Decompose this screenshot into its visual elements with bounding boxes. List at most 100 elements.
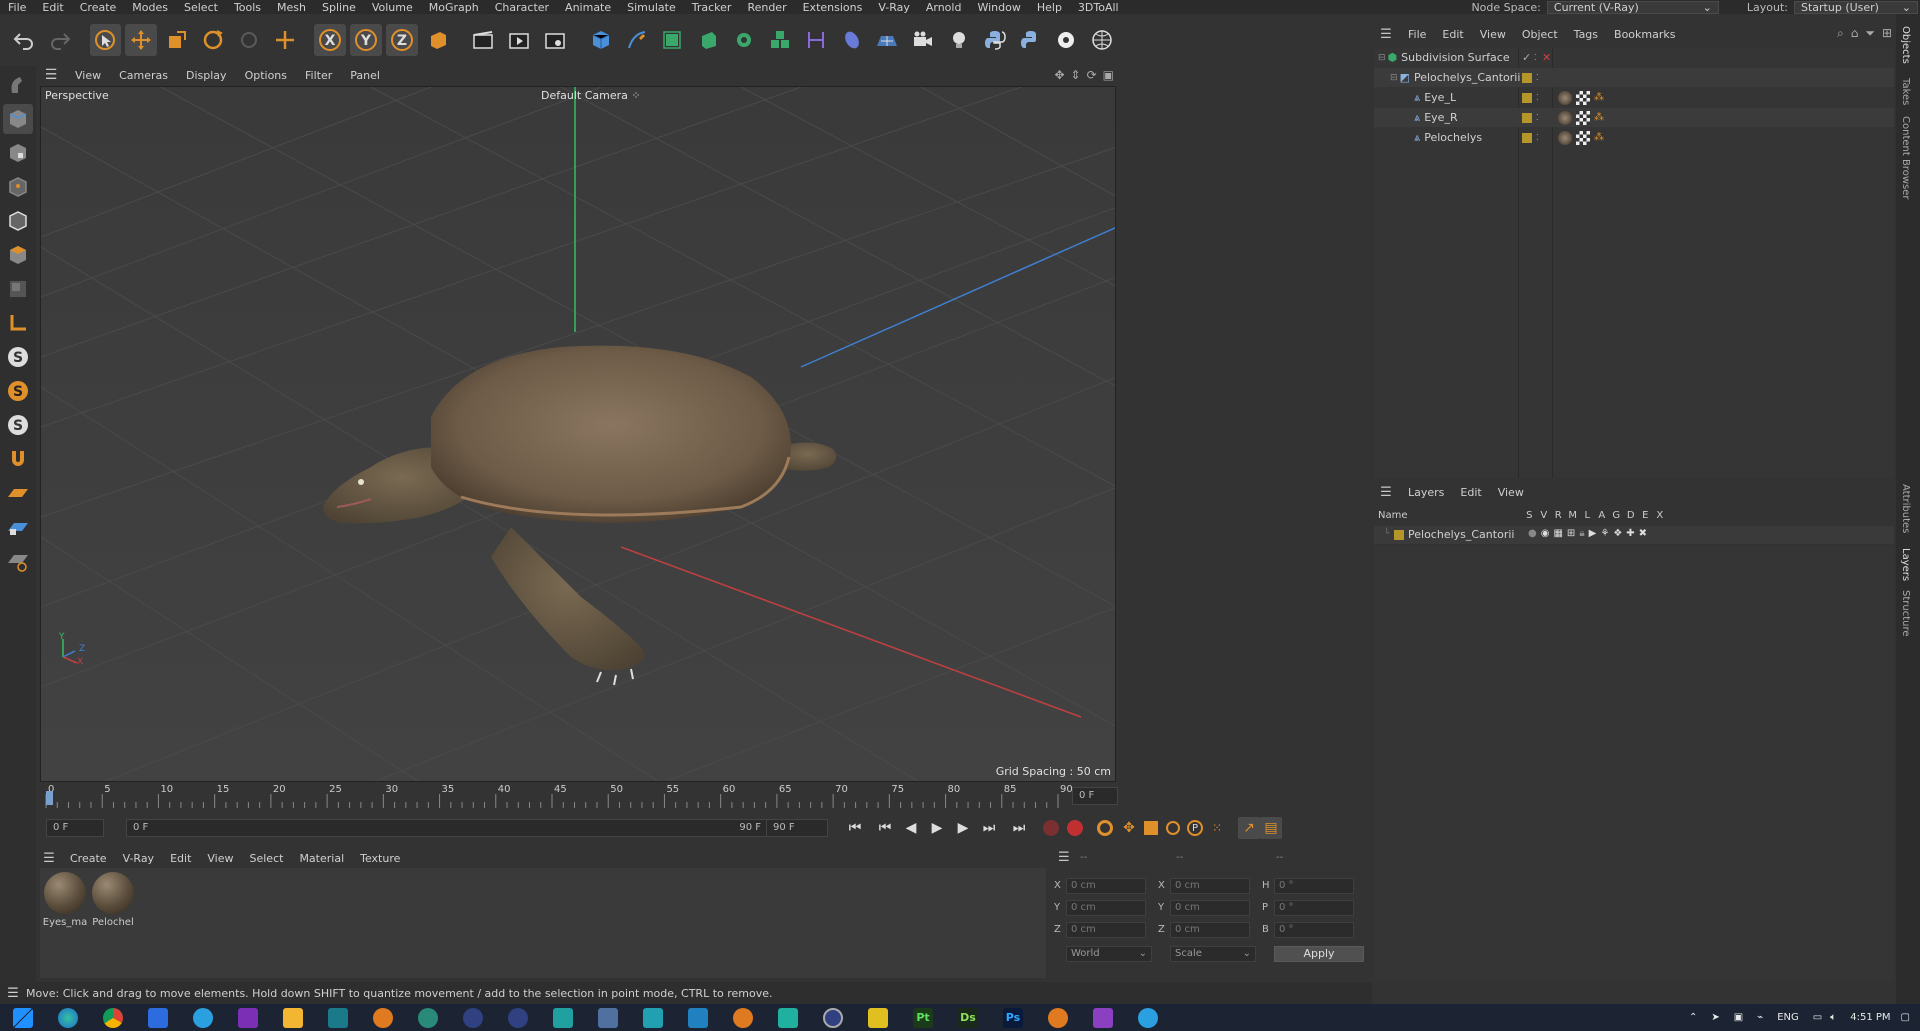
next-key-button[interactable]: ⏭ xyxy=(978,817,1000,839)
texture-tag-icon[interactable] xyxy=(1576,91,1590,105)
live-selection-button[interactable] xyxy=(89,24,122,56)
material-tag-icon[interactable] xyxy=(1558,111,1572,125)
planar-workplane-button[interactable] xyxy=(3,546,33,576)
viewport-menu-view[interactable]: View xyxy=(66,69,110,82)
previous-key-button[interactable]: ⏮ xyxy=(874,817,896,839)
visibility-dots-icon[interactable]: ⁚ xyxy=(1536,93,1539,102)
key-rotation-button[interactable] xyxy=(1162,817,1184,839)
camera-button[interactable] xyxy=(907,24,939,56)
transform-tool-button[interactable] xyxy=(269,24,301,56)
object-row-eye-r[interactable]: ⩓ Eye_R ⁚ ⁂ xyxy=(1374,108,1894,127)
vray-tag-icon[interactable]: ⁂ xyxy=(1594,132,1604,143)
frame-range-slider[interactable]: 0 F 90 F xyxy=(126,819,780,837)
workplane-snap-button[interactable]: S xyxy=(3,410,33,440)
maya-icon[interactable] xyxy=(553,1007,573,1028)
hamburger-menu-icon[interactable]: ☰ xyxy=(1058,850,1070,865)
material-menu-create[interactable]: Create xyxy=(62,852,115,865)
chrome-icon[interactable] xyxy=(103,1007,123,1028)
size-z-field[interactable]: 0 cm xyxy=(1170,922,1250,938)
field-button[interactable] xyxy=(836,24,868,56)
next-frame-button[interactable]: ▶ xyxy=(952,817,974,839)
start-frame-field[interactable]: 0 F xyxy=(46,819,104,837)
xref-icon[interactable]: ✖ xyxy=(1639,528,1647,539)
menu-simulate[interactable]: Simulate xyxy=(619,1,684,14)
size-x-field[interactable]: 0 cm xyxy=(1170,878,1250,894)
terminal-icon[interactable] xyxy=(328,1007,348,1028)
menu-mograph[interactable]: MoGraph xyxy=(421,1,487,14)
tab-layers[interactable]: Layers xyxy=(1900,548,1911,581)
layer-color-swatch[interactable] xyxy=(1522,93,1532,103)
material-menu-edit[interactable]: Edit xyxy=(162,852,199,865)
view-eye-icon[interactable]: ◉ xyxy=(1541,528,1550,539)
object-menu-file[interactable]: File xyxy=(1400,28,1434,41)
rot-h-field[interactable]: 0 ° xyxy=(1274,878,1354,894)
camera-dots-icon[interactable]: ⁘ xyxy=(631,89,640,102)
object-row-eye-l[interactable]: ⩓ Eye_L ⁚ ⁂ xyxy=(1374,88,1894,107)
cinema4d-icon[interactable] xyxy=(508,1007,528,1028)
menu-tools[interactable]: Tools xyxy=(226,1,269,14)
3dsmax-icon[interactable] xyxy=(643,1007,663,1028)
light-button[interactable] xyxy=(943,24,975,56)
animation-play-icon[interactable]: ▶ xyxy=(1589,528,1597,539)
texture-tag-icon[interactable] xyxy=(1576,131,1590,145)
menu-animate[interactable]: Animate xyxy=(557,1,619,14)
layer-color-swatch[interactable] xyxy=(1394,530,1404,540)
texture-mode-button[interactable] xyxy=(3,138,33,168)
record-button[interactable] xyxy=(1040,817,1062,839)
material-item[interactable]: Pelochel xyxy=(90,872,136,928)
menu-file[interactable]: File xyxy=(0,1,34,14)
blender-icon[interactable] xyxy=(733,1007,753,1028)
object-menu-object[interactable]: Object xyxy=(1514,28,1566,41)
layer-row[interactable]: └ Pelochelys_Cantorii ● ◉ ▦ ⊞ 🔒︎ ▶ ⚘ ❖ ✚… xyxy=(1374,526,1894,544)
3d-viewport[interactable]: Perspective Default Camera ⁘ Y Z X Grid … xyxy=(40,86,1116,782)
object-menu-bookmarks[interactable]: Bookmarks xyxy=(1606,28,1683,41)
viewport-menu-options[interactable]: Options xyxy=(236,69,296,82)
floor-button[interactable] xyxy=(871,24,903,56)
layer-menu-view[interactable]: View xyxy=(1490,486,1532,499)
expression-icon[interactable]: ✚ xyxy=(1626,528,1634,539)
move-view-icon[interactable]: ✥ xyxy=(1054,68,1064,82)
menu-select[interactable]: Select xyxy=(176,1,226,14)
material-item[interactable]: Eyes_ma xyxy=(42,872,88,928)
layer-col-m[interactable]: M xyxy=(1566,510,1581,521)
material-tag-icon[interactable] xyxy=(1558,131,1572,145)
layer-color-swatch[interactable] xyxy=(1522,73,1532,83)
layer-color-swatch[interactable] xyxy=(1522,113,1532,123)
layer-col-x[interactable]: X xyxy=(1653,510,1668,521)
rotate-view-icon[interactable]: ⟳ xyxy=(1087,68,1097,82)
blender-icon[interactable] xyxy=(1048,1007,1068,1028)
tab-objects[interactable]: Objects xyxy=(1900,26,1911,64)
autokey-button[interactable] xyxy=(1064,817,1086,839)
key-pla-button[interactable]: ⁙ xyxy=(1206,817,1228,839)
menu-modes[interactable]: Modes xyxy=(124,1,176,14)
model-mode-button[interactable] xyxy=(3,70,33,100)
substance-designer-icon[interactable]: Ds xyxy=(958,1007,978,1028)
expand-toggle-icon[interactable]: ⊟ xyxy=(1390,73,1398,83)
blender-icon[interactable] xyxy=(373,1007,393,1028)
subdivision-button[interactable] xyxy=(657,24,689,56)
visual-studio-icon[interactable] xyxy=(1093,1007,1113,1028)
layer-color-swatch[interactable] xyxy=(1522,133,1532,143)
windows-start-icon[interactable] xyxy=(13,1007,33,1028)
menu-character[interactable]: Character xyxy=(487,1,557,14)
menu-3dtoall[interactable]: 3DToAll xyxy=(1070,1,1127,14)
cinema4d-icon[interactable] xyxy=(463,1007,483,1028)
telegram-icon[interactable] xyxy=(1138,1007,1158,1028)
polygon-mode-button[interactable] xyxy=(3,240,33,270)
render-icon[interactable]: ▦ xyxy=(1553,528,1562,539)
move-tool-button[interactable] xyxy=(125,24,158,56)
visibility-dots-icon[interactable]: ⁚ xyxy=(1536,73,1539,82)
menu-tracker[interactable]: Tracker xyxy=(684,1,740,14)
key-position-button[interactable]: ✥ xyxy=(1118,817,1140,839)
hamburger-menu-icon[interactable]: ☰ xyxy=(36,851,62,866)
language-indicator[interactable]: ENG xyxy=(1777,1012,1799,1023)
tab-content-browser[interactable]: Content Browser xyxy=(1900,116,1911,199)
mudbox-icon[interactable] xyxy=(778,1007,798,1028)
timeline-scheme-button[interactable]: ↗ xyxy=(1238,817,1260,839)
rot-b-field[interactable]: 0 ° xyxy=(1274,922,1354,938)
menu-v-ray[interactable]: V-Ray xyxy=(870,1,918,14)
key-param-button[interactable]: P xyxy=(1184,817,1206,839)
menu-render[interactable]: Render xyxy=(739,1,794,14)
menu-volume[interactable]: Volume xyxy=(364,1,421,14)
folder-icon[interactable] xyxy=(868,1007,888,1028)
